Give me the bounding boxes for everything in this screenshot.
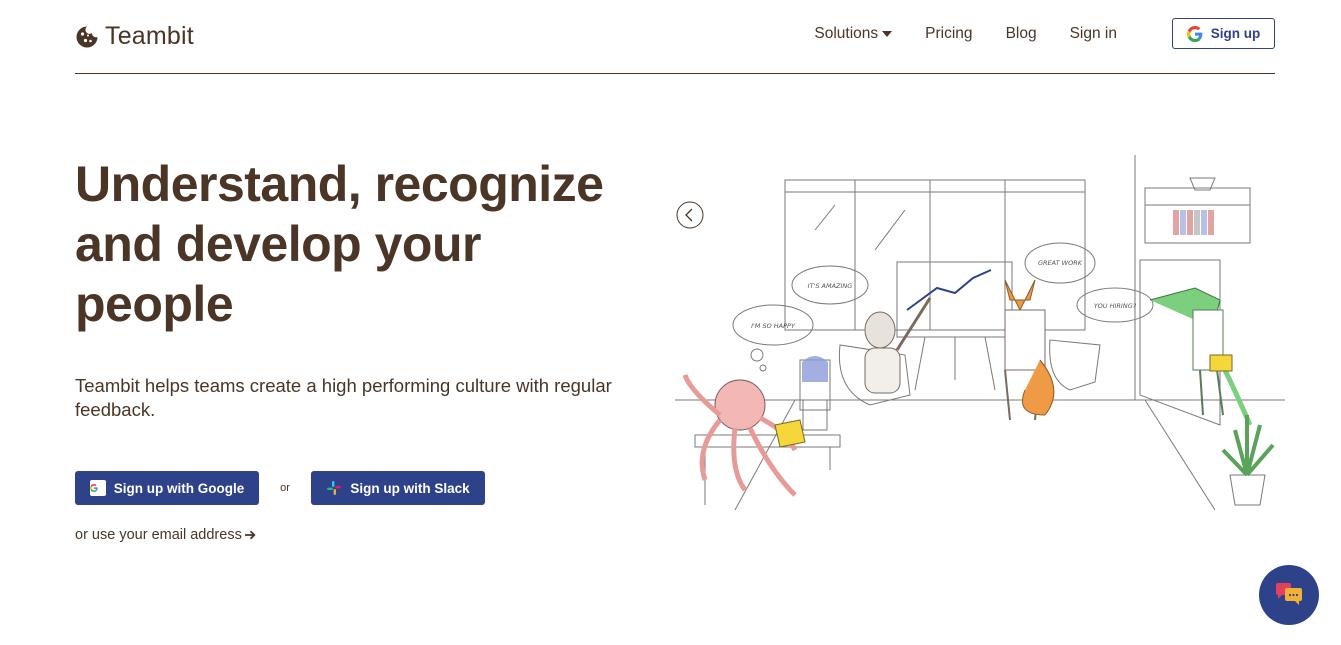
bubble-hiring: YOU HIRING? bbox=[1094, 302, 1137, 310]
logo[interactable]: Teambit bbox=[75, 22, 194, 51]
nav-solutions[interactable]: Solutions bbox=[814, 24, 893, 43]
signup-slack-label: Sign up with Slack bbox=[350, 480, 470, 496]
main-nav: Solutions Pricing Blog Sign in Sign up bbox=[814, 18, 1275, 49]
header-signup-button[interactable]: Sign up bbox=[1172, 18, 1275, 49]
nav-sign-in[interactable]: Sign in bbox=[1070, 25, 1117, 43]
slack-icon bbox=[327, 481, 342, 495]
google-icon bbox=[1186, 25, 1203, 42]
email-signup-link[interactable]: or use your email address bbox=[75, 527, 256, 543]
chat-widget-button[interactable] bbox=[1259, 565, 1319, 625]
cta-row: Sign up with Google or Sign up with Slac… bbox=[75, 471, 485, 505]
hero-headline: Understand, recognize and develop your p… bbox=[75, 156, 604, 332]
nav-solutions-label: Solutions bbox=[814, 24, 879, 42]
bubble-amazing: IT'S AMAZING bbox=[808, 282, 853, 290]
hero-lead: Teambit helps teams create a high perfor… bbox=[75, 375, 612, 420]
header-signup-label: Sign up bbox=[1210, 26, 1261, 41]
top-header: Teambit Solutions Pricing Blog Sign in S… bbox=[75, 0, 1275, 74]
cookie-icon bbox=[76, 26, 98, 47]
nav-pricing[interactable]: Pricing bbox=[925, 25, 972, 43]
bubble-great-work: GREAT WORK bbox=[1038, 259, 1083, 267]
chat-icon bbox=[1276, 583, 1302, 605]
signup-google-button[interactable]: Sign up with Google bbox=[75, 471, 259, 505]
bubble-so-happy: I'M SO HAPPY bbox=[751, 322, 796, 330]
or-separator: or bbox=[280, 482, 290, 494]
office-illustration: I'M SO HAPPY IT'S AMAZING GREAT WORK YOU… bbox=[675, 155, 1285, 511]
arrow-right-icon bbox=[244, 530, 256, 540]
email-link-label: or use your email address bbox=[75, 527, 242, 543]
carousel-prev-button[interactable] bbox=[676, 201, 704, 229]
caret-down-icon bbox=[882, 30, 893, 37]
signup-google-label: Sign up with Google bbox=[113, 480, 245, 496]
brand-name: Teambit bbox=[105, 22, 194, 50]
nav-blog[interactable]: Blog bbox=[1006, 25, 1037, 43]
signup-slack-button[interactable]: Sign up with Slack bbox=[311, 471, 485, 505]
google-icon bbox=[89, 480, 106, 496]
